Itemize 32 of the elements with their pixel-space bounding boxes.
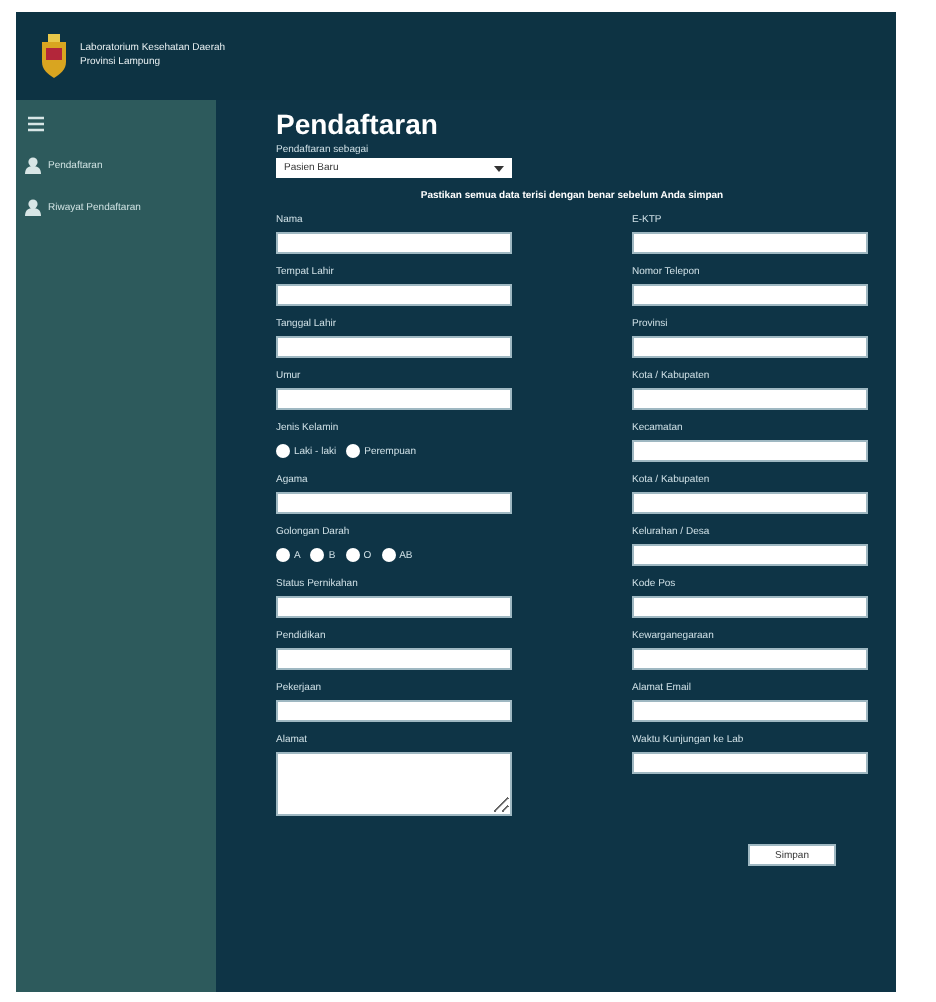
radio-icon[interactable] xyxy=(381,548,396,562)
input-field[interactable] xyxy=(276,336,512,358)
input-field[interactable] xyxy=(276,492,512,514)
input-field[interactable] xyxy=(632,492,868,514)
input-field[interactable] xyxy=(276,388,512,410)
input-field[interactable] xyxy=(632,284,868,306)
input-field[interactable] xyxy=(632,596,868,618)
input-field[interactable] xyxy=(632,388,868,410)
input-field[interactable] xyxy=(632,440,868,462)
page-title: Pendaftaran xyxy=(276,108,440,140)
input-field[interactable] xyxy=(276,700,512,722)
user-icon xyxy=(24,198,42,216)
address-field[interactable] xyxy=(276,752,512,816)
input-field[interactable] xyxy=(632,544,868,566)
radio-icon[interactable] xyxy=(345,548,360,562)
input-field[interactable] xyxy=(632,336,868,358)
input-field[interactable] xyxy=(632,232,868,254)
radio-icon[interactable] xyxy=(276,548,290,562)
menu-icon[interactable] xyxy=(28,116,44,132)
input-field[interactable] xyxy=(276,648,512,670)
input-field[interactable] xyxy=(632,648,868,670)
input-field[interactable] xyxy=(276,284,512,306)
radio-icon[interactable] xyxy=(310,548,325,562)
shield-logo-icon xyxy=(40,34,68,78)
input-field[interactable] xyxy=(632,700,868,722)
input-field[interactable] xyxy=(276,596,512,618)
radio-icon[interactable] xyxy=(346,444,361,458)
user-icon xyxy=(24,156,42,174)
caret-icon xyxy=(494,165,504,171)
input-field[interactable] xyxy=(276,232,512,254)
input-field[interactable] xyxy=(632,752,868,774)
radio-icon[interactable] xyxy=(276,444,290,458)
